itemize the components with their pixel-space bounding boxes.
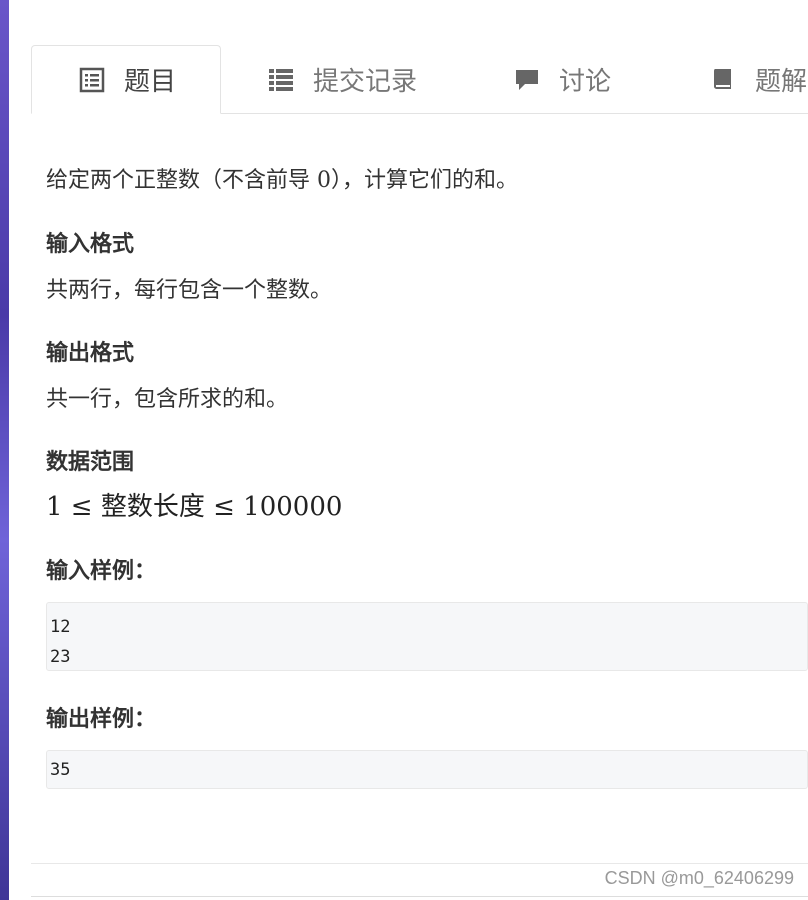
book-icon <box>709 65 737 93</box>
sample-output-title: 输出样例： <box>46 707 157 732</box>
data-range-formula: 1 ≤ 整数长度 ≤ 100000 <box>46 492 343 522</box>
tab-discussion[interactable]: 讨论 <box>513 45 611 113</box>
tab-submissions[interactable]: 提交记录 <box>267 45 417 113</box>
sample-output-code: 35 <box>46 750 808 789</box>
problem-page: 题目 提交记录 讨论 题解 给定两个正整数（不含前导 0），计算它们的和。 输入… <box>9 0 808 900</box>
tab-bar: 题目 提交记录 讨论 题解 <box>31 45 808 114</box>
output-format-text: 共一行，包含所求的和。 <box>46 387 289 412</box>
data-range-title: 数据范围 <box>46 450 135 475</box>
watermark: CSDN @m0_62406299 <box>604 868 794 888</box>
tab-label: 提交记录 <box>313 66 418 97</box>
sample-input-title: 输入样例： <box>46 559 157 584</box>
tab-label: 题解 <box>755 66 808 97</box>
list-icon <box>267 65 295 93</box>
input-format-title: 输入格式 <box>46 232 135 257</box>
tab-problem[interactable]: 题目 <box>31 45 221 114</box>
tab-label: 讨论 <box>559 66 612 97</box>
divider <box>31 863 808 864</box>
divider <box>31 896 808 897</box>
list-alt-icon <box>78 66 106 94</box>
sample-input-code: 12 23 <box>46 602 808 671</box>
tab-solutions[interactable]: 题解 <box>709 45 807 113</box>
problem-description: 给定两个正整数（不含前导 0），计算它们的和。 <box>46 168 518 193</box>
tab-label: 题目 <box>124 67 177 97</box>
background-strip <box>0 0 9 900</box>
comment-icon <box>513 65 541 93</box>
input-format-text: 共两行，每行包含一个整数。 <box>46 278 333 303</box>
output-format-title: 输出格式 <box>46 341 135 366</box>
